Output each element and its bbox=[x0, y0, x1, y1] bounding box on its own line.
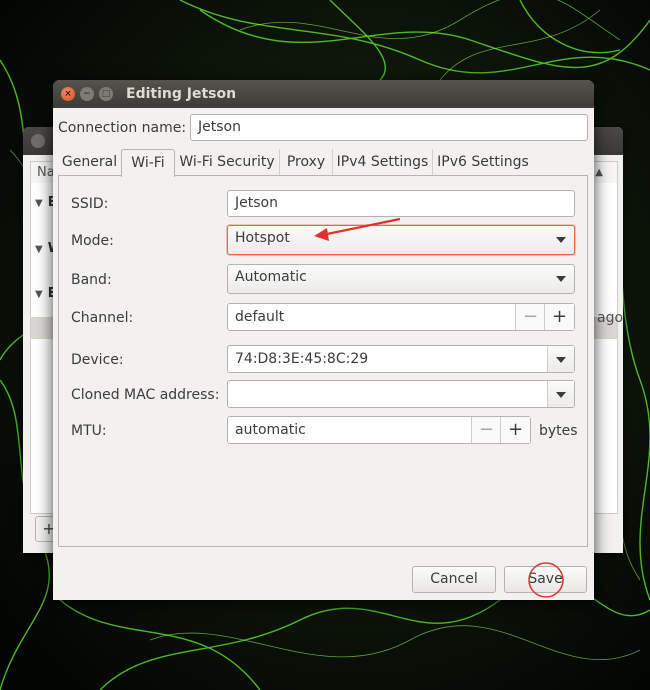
cloned-mac-label: Cloned MAC address: bbox=[71, 387, 220, 403]
close-icon[interactable]: × bbox=[61, 87, 75, 101]
device-combo[interactable]: 74:D8:3E:45:8C:29 bbox=[227, 345, 575, 373]
device-label: Device: bbox=[71, 352, 124, 368]
wifi-settings-panel: SSID: Jetson Mode: Hotspot Band: Automat… bbox=[58, 175, 588, 547]
tab-general[interactable]: General bbox=[58, 149, 122, 175]
chevron-down-icon bbox=[556, 357, 566, 363]
channel-increment-button[interactable]: + bbox=[544, 304, 574, 330]
last-used-text: ago bbox=[597, 310, 624, 326]
ssid-input[interactable]: Jetson bbox=[227, 190, 575, 217]
save-button[interactable]: Save bbox=[504, 566, 587, 593]
cancel-button[interactable]: Cancel bbox=[412, 566, 496, 593]
close-icon[interactable] bbox=[31, 134, 45, 148]
mode-value: Hotspot bbox=[235, 230, 290, 246]
chevron-up-icon: ▲ bbox=[595, 167, 603, 178]
band-select[interactable]: Automatic bbox=[227, 264, 575, 294]
device-dropdown-button[interactable] bbox=[547, 346, 574, 372]
cloned-mac-dropdown-button[interactable] bbox=[547, 381, 574, 407]
mtu-unit-label: bytes bbox=[539, 423, 578, 439]
ssid-label: SSID: bbox=[71, 196, 109, 212]
mtu-value: automatic bbox=[235, 422, 306, 438]
tab-proxy[interactable]: Proxy bbox=[280, 149, 333, 175]
minimize-icon[interactable]: − bbox=[80, 87, 94, 101]
mode-label: Mode: bbox=[71, 233, 114, 249]
mode-select[interactable]: Hotspot bbox=[227, 225, 575, 255]
tab-ipv6-settings[interactable]: IPv6 Settings bbox=[433, 149, 533, 175]
edit-connection-dialog: × − □ Editing Jetson Connection name: Je… bbox=[53, 80, 594, 600]
titlebar: × − □ Editing Jetson bbox=[53, 80, 594, 108]
channel-spinbox[interactable]: default − + bbox=[227, 303, 575, 331]
channel-value: default bbox=[235, 309, 285, 325]
band-label: Band: bbox=[71, 272, 112, 288]
window-title: Editing Jetson bbox=[126, 86, 237, 102]
tab-ipv4-settings[interactable]: IPv4 Settings bbox=[333, 149, 433, 175]
chevron-down-icon bbox=[556, 392, 566, 398]
mtu-increment-button[interactable]: + bbox=[500, 417, 530, 443]
connection-name-input[interactable]: Jetson bbox=[190, 114, 588, 141]
chevron-down-icon bbox=[556, 237, 566, 243]
device-value: 74:D8:3E:45:8C:29 bbox=[235, 351, 369, 367]
chevron-down-icon bbox=[556, 276, 566, 282]
mtu-decrement-button[interactable]: − bbox=[471, 417, 501, 443]
mtu-label: MTU: bbox=[71, 423, 107, 439]
channel-decrement-button[interactable]: − bbox=[515, 304, 545, 330]
band-value: Automatic bbox=[235, 269, 307, 285]
maximize-icon[interactable]: □ bbox=[99, 87, 113, 101]
channel-label: Channel: bbox=[71, 310, 134, 326]
cloned-mac-combo[interactable] bbox=[227, 380, 575, 408]
connection-name-label: Connection name: bbox=[58, 120, 187, 136]
mtu-spinbox[interactable]: automatic − + bbox=[227, 416, 531, 444]
tab-wifi[interactable]: Wi-Fi bbox=[121, 149, 175, 177]
tab-wifi-security[interactable]: Wi-Fi Security bbox=[175, 149, 280, 175]
